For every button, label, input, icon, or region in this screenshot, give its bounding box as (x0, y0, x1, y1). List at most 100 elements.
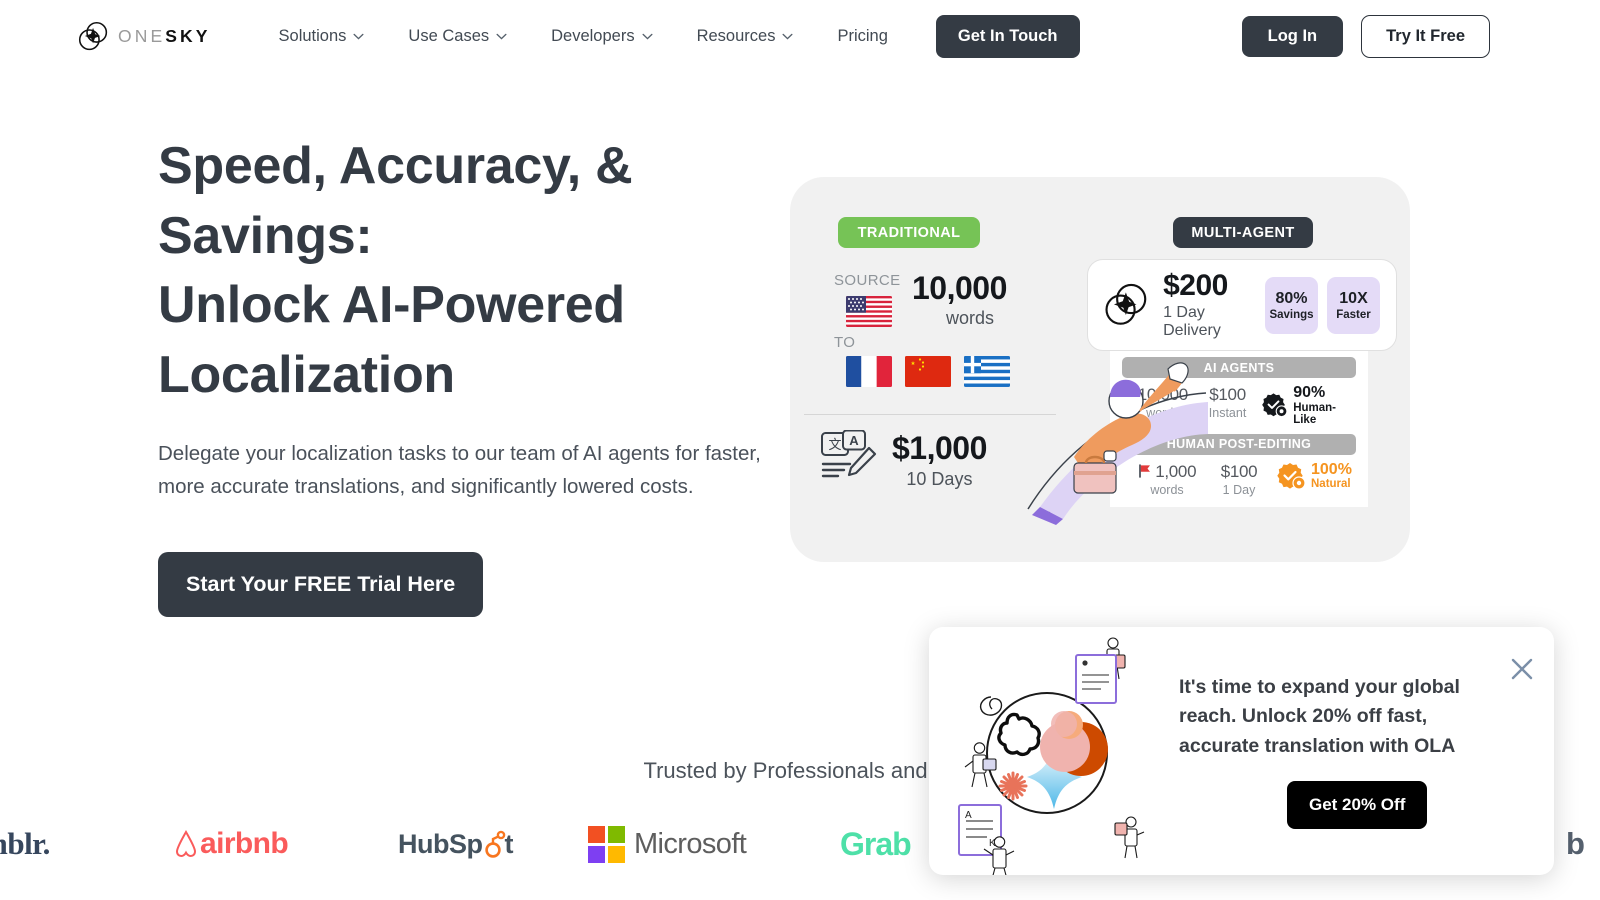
nav-label: Pricing (837, 26, 888, 45)
traditional-cost-values: $1,000 10 Days (892, 430, 987, 490)
nav-item-developers[interactable]: Developers (529, 19, 674, 54)
page-title: Speed, Accuracy, & Savings: Unlock AI-Po… (158, 132, 798, 411)
logo-item-tumblr[interactable]: mblr. (0, 826, 50, 862)
logo-text: ONESKY (118, 26, 211, 47)
human-quality-label: Natural (1311, 478, 1351, 491)
multi-agent-price-block: $200 1 Day Delivery (1163, 270, 1265, 340)
logo-item-airbnb[interactable]: airbnb (172, 827, 289, 861)
grab-logo-text: Grab (840, 825, 912, 862)
person-illustration (1027, 362, 1208, 525)
faster-badge-value: 10X (1339, 289, 1368, 307)
nav-label: Resources (696, 26, 776, 45)
ai-agents-quality-value: 90% (1293, 384, 1326, 401)
to-label: TO (834, 334, 856, 351)
sparkle-orange-icon (998, 771, 1028, 801)
agent-figure-left (964, 742, 997, 788)
multi-agent-delivery: 1 Day Delivery (1163, 303, 1221, 339)
main-nav: Solutions Use Cases Developers Resources… (257, 14, 1080, 58)
svg-text:文: 文 (828, 437, 841, 452)
multi-agent-price-card: $200 1 Day Delivery 80% Savings 10X Fast… (1087, 259, 1397, 351)
savings-badge: 80% Savings (1265, 276, 1318, 334)
verified-badge-orange-icon (1277, 462, 1306, 490)
onesky-logo-mark-icon (1105, 283, 1147, 325)
logo-text-one: ONE (118, 25, 166, 46)
ai-agents-quality-stat: 90% Human-Like (1261, 384, 1352, 426)
ai-agents-quality-text: 90% Human-Like (1293, 384, 1352, 426)
close-icon (1511, 658, 1533, 680)
promo-message: It's time to expand your global reach. U… (1179, 675, 1460, 757)
header-actions: Log In Try It Free (1241, 14, 1490, 58)
onesky-logo-mark-icon (78, 21, 108, 50)
site-header: ONESKY Solutions Use Cases Developers Re… (0, 0, 1600, 72)
tumblr-logo-text: mblr. (0, 826, 50, 861)
faster-badge: 10X Faster (1327, 276, 1380, 334)
traditional-cost-block: 文 A $1,000 10 Days (820, 430, 987, 490)
chevron-down-icon (642, 33, 653, 40)
human-quality-value: 100% (1311, 460, 1352, 478)
traditional-duration: 10 Days (906, 469, 973, 489)
nav-item-resources[interactable]: Resources (675, 19, 816, 54)
document-top-right (1075, 654, 1117, 704)
cn-flag-icon (905, 356, 951, 387)
human-quality-stat: 100% Natural (1276, 461, 1352, 491)
get-in-touch-button[interactable]: Get In Touch (935, 14, 1080, 58)
logo-item-microsoft[interactable]: Microsoft (588, 825, 747, 863)
hero-infographic: TRADITIONAL MULTI-AGENT SOURCE TO 10,000… (790, 177, 1410, 562)
promo-illustration: A K (929, 627, 1179, 875)
nav-label: Developers (551, 26, 635, 45)
hero-title-line-1: Speed, Accuracy, & (158, 137, 633, 195)
chevron-down-icon (496, 33, 507, 40)
airbnb-icon (175, 829, 197, 858)
nav-item-pricing[interactable]: Pricing (815, 19, 909, 54)
landing-page: ONESKY Solutions Use Cases Developers Re… (0, 0, 1600, 900)
logo-item-partial-right[interactable]: b (1566, 826, 1585, 862)
ai-agents-cost-stat: $100 Instant (1200, 385, 1256, 420)
document-bottom-left: A K (958, 804, 1002, 856)
openai-mark-icon (997, 712, 1041, 757)
target-flags (846, 356, 1010, 387)
source-label: SOURCE (834, 272, 901, 289)
start-free-trial-button[interactable]: Start Your FREE Trial Here (158, 551, 484, 617)
chevron-down-icon (782, 33, 793, 40)
savings-badge-value: 80% (1275, 289, 1308, 307)
logo-item-grab[interactable]: Grab (840, 825, 912, 863)
verified-badge-dark-icon (1262, 393, 1288, 417)
human-quality-text: 100% Natural (1311, 461, 1352, 491)
close-popup-button[interactable] (1507, 654, 1537, 684)
svg-text:A: A (849, 433, 859, 448)
logo-link[interactable]: ONESKY (78, 21, 211, 52)
traditional-cost: $1,000 (892, 430, 987, 466)
promo-body: It's time to expand your global reach. U… (1179, 673, 1554, 830)
try-it-free-button[interactable]: Try It Free (1361, 14, 1490, 58)
nav-item-use-cases[interactable]: Use Cases (386, 19, 529, 54)
human-cost: $100 (1220, 461, 1258, 481)
log-in-button[interactable]: Log In (1241, 15, 1344, 57)
translate-document-icon: 文 A (821, 430, 877, 478)
hero-title-line-2: Savings: (158, 206, 373, 265)
get-offer-button[interactable]: Get 20% Off (1287, 781, 1428, 830)
gr-flag-icon (964, 356, 1010, 387)
hubspot-logo-suffix: t (504, 828, 514, 859)
microsoft-squares-icon (588, 825, 625, 863)
partial-logo-text: b (1566, 826, 1585, 861)
human-cost-label: 1 Day (1222, 482, 1256, 497)
ai-agents-quality-label: Human-Like (1293, 401, 1337, 426)
hero-title-line-4: Localization (158, 346, 455, 405)
airbnb-logo-text: airbnb (200, 827, 289, 860)
chevron-down-icon (353, 33, 364, 40)
multi-agent-badge: MULTI-AGENT (1173, 217, 1313, 248)
ai-agents-cost-label: Instant (1208, 406, 1247, 420)
multi-agent-price: $200 (1163, 269, 1228, 303)
multi-agent-stat-badges: 80% Savings 10X Faster (1265, 276, 1380, 334)
traditional-word-count: 10,000 (912, 270, 1007, 306)
human-cost-stat: $100 1 Day (1208, 462, 1270, 497)
nav-label: Solutions (278, 26, 347, 45)
savings-badge-label: Savings (1269, 308, 1314, 321)
nav-label: Use Cases (408, 26, 490, 45)
agent-figure-bottom-right (1114, 816, 1145, 859)
ai-agents-cost: $100 (1209, 385, 1246, 404)
traditional-word-unit: words (946, 308, 995, 328)
hero-section: Speed, Accuracy, & Savings: Unlock AI-Po… (0, 72, 1600, 712)
nav-item-solutions[interactable]: Solutions (257, 19, 387, 54)
logo-item-hubspot[interactable]: HubSp t (398, 829, 513, 860)
